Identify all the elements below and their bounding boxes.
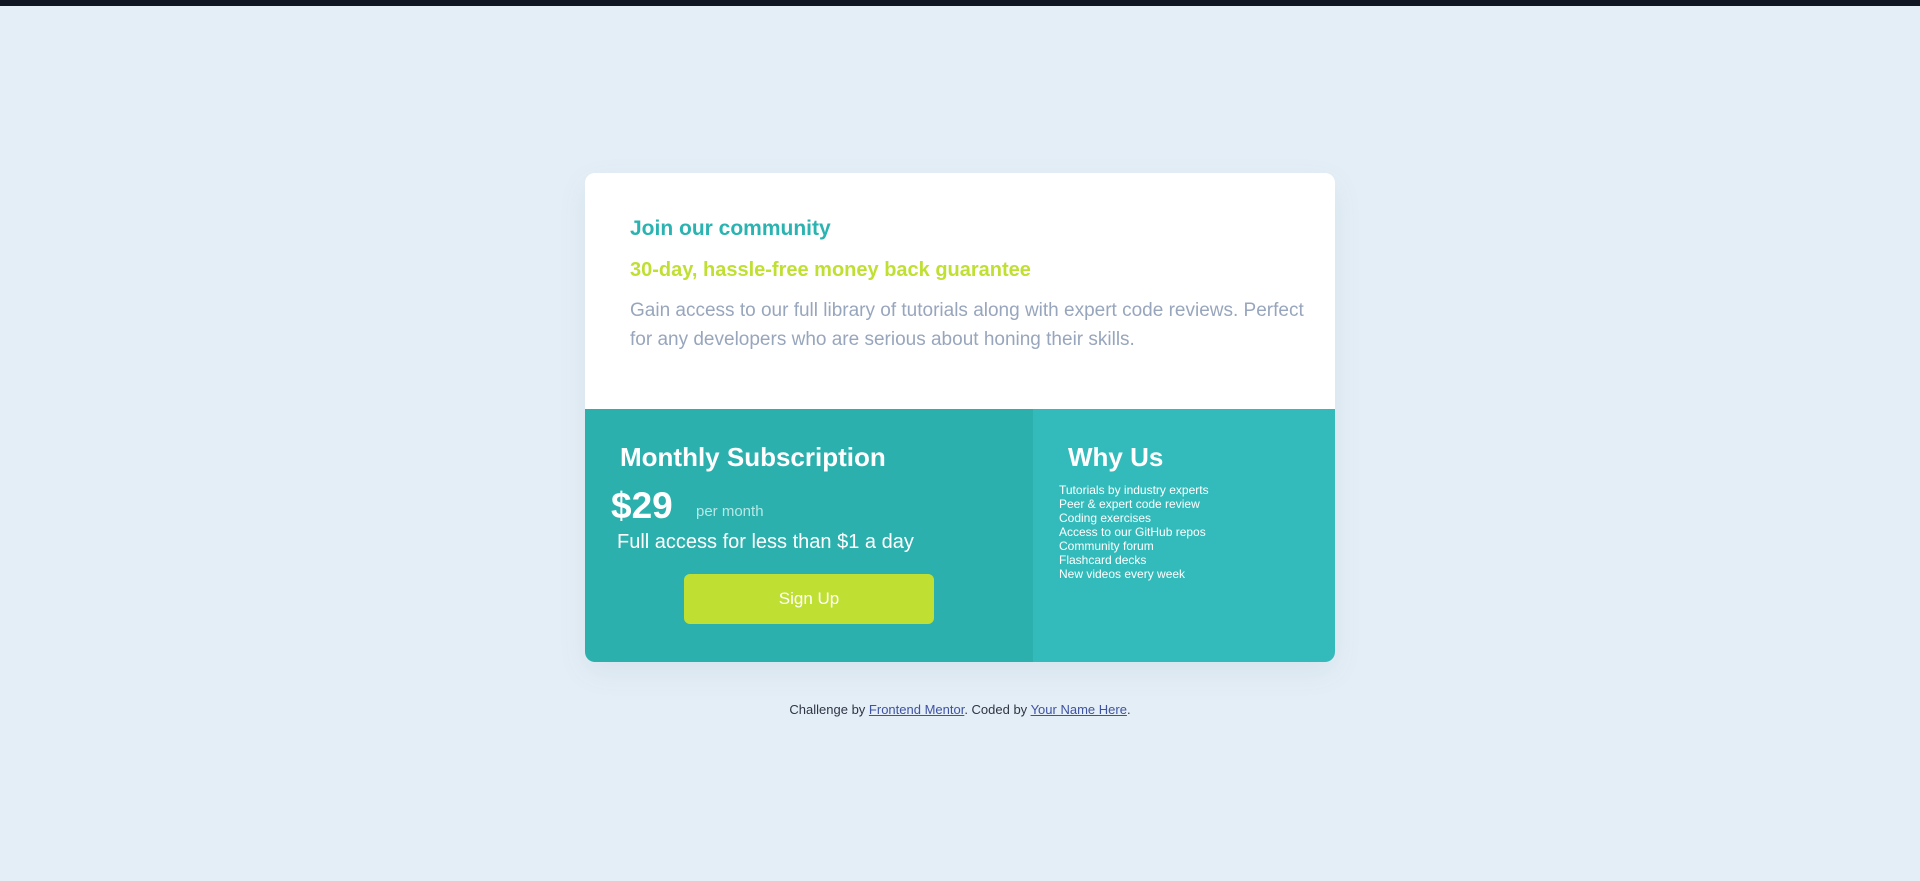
why-us-title: Why Us	[1068, 442, 1164, 472]
join-community-title: Join our community	[630, 217, 831, 240]
attribution-suffix: .	[1126, 702, 1131, 717]
price-amount: $29	[611, 485, 673, 526]
community-section: Join our community 30-day, hassle-free m…	[585, 173, 1335, 409]
attribution: Challenge by Frontend Mentor. Coded by Y…	[0, 702, 1920, 717]
list-item: Coding exercises	[1059, 511, 1152, 525]
subscription-tagline: Full access for less than $1 a day	[617, 531, 914, 553]
list-item: Flashcard decks	[1059, 553, 1147, 567]
list-item: Peer & expert code review	[1059, 497, 1200, 511]
author-link[interactable]: Your Name Here	[1031, 702, 1127, 717]
list-item: Access to our GitHub repos	[1059, 525, 1206, 539]
community-description: Gain access to our full library of tutor…	[630, 300, 1304, 350]
subscription-title: Monthly Subscription	[620, 442, 886, 472]
frontend-mentor-link[interactable]: Frontend Mentor	[869, 702, 964, 717]
top-strip	[0, 0, 1920, 6]
attribution-prefix: Challenge by	[789, 702, 869, 717]
list-item: New videos every week	[1059, 567, 1186, 581]
sign-up-button[interactable]: Sign Up	[684, 574, 934, 624]
pricing-card: Join our community 30-day, hassle-free m…	[585, 173, 1335, 662]
list-item: Community forum	[1059, 539, 1154, 553]
why-us-list: Tutorials by industry experts Peer & exp…	[1059, 483, 1209, 581]
price-period: per month	[696, 503, 764, 520]
guarantee-text: 30-day, hassle-free money back guarantee	[630, 259, 1031, 281]
subscription-section: Monthly Subscription $29 per month Full …	[585, 409, 1033, 662]
list-item: Tutorials by industry experts	[1059, 483, 1209, 497]
why-us-section: Why Us Tutorials by industry experts Pee…	[1033, 409, 1335, 662]
attribution-middle: . Coded by	[964, 702, 1031, 717]
